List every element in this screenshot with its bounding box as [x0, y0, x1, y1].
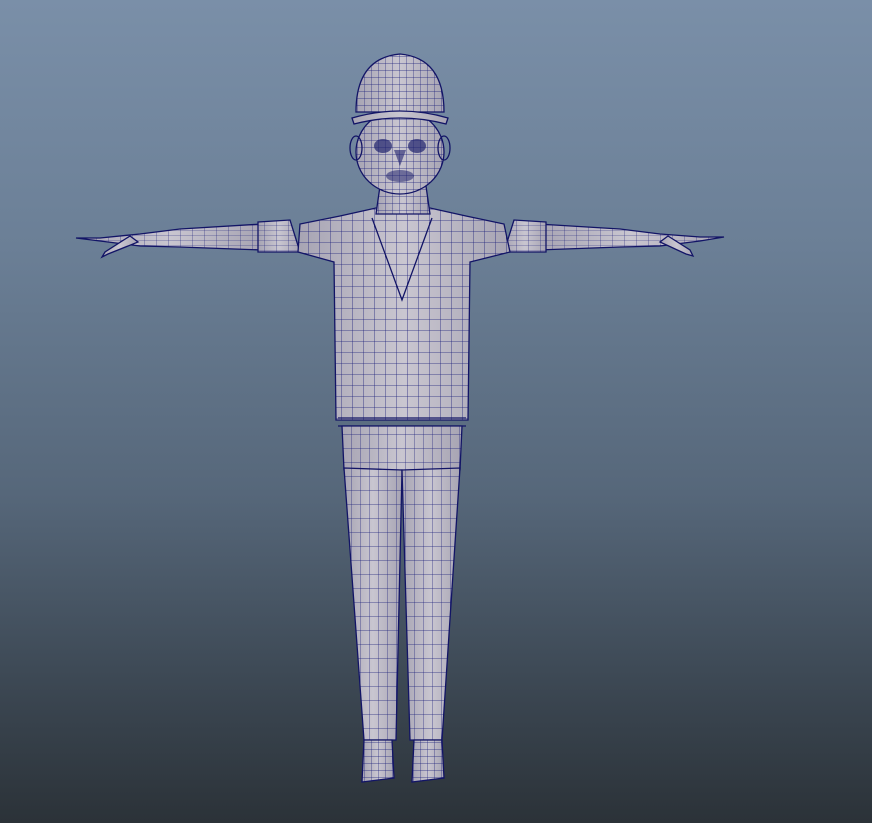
left-leg [343, 467, 403, 741]
right-shoe [411, 739, 445, 783]
right-arm [503, 219, 725, 253]
left-shoe [361, 739, 395, 783]
character-model[interactable] [0, 0, 872, 823]
head [349, 109, 451, 195]
torso [297, 207, 511, 427]
right-leg [401, 467, 461, 741]
3d-viewport[interactable]: wireframe-on-shaded [0, 0, 872, 823]
left-arm [75, 219, 301, 253]
cap [351, 53, 449, 125]
